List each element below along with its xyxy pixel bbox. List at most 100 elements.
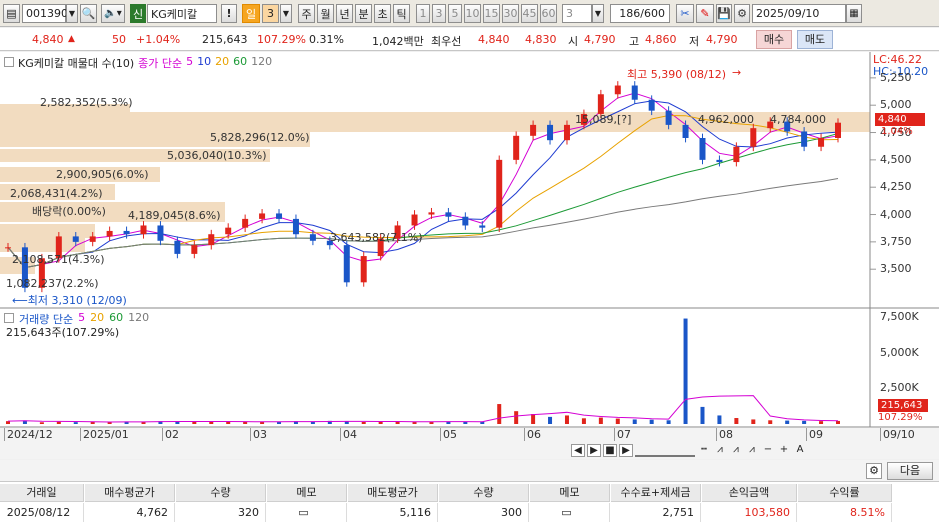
dividend-label: 배당락(0.00%) <box>32 205 106 218</box>
scroll-right-icon[interactable]: ▶ <box>587 444 601 457</box>
volume-bar <box>768 420 773 424</box>
chart-line2-icon[interactable]: ⩘ <box>729 444 743 457</box>
history-column-header[interactable]: 메모 <box>530 484 610 502</box>
volume-profile-label: 2,108,571(4.3%) <box>12 253 105 266</box>
market-badge: 신 <box>130 4 146 23</box>
history-column-header[interactable]: 수수료+제세금 <box>611 484 701 502</box>
monthly-button[interactable]: 월 <box>317 4 334 23</box>
volume-bar <box>683 318 688 424</box>
history-column-header[interactable]: 매도평균가 <box>348 484 438 502</box>
period-num-field[interactable]: 3 <box>262 4 279 23</box>
buy-button[interactable]: 매수 <box>756 30 792 49</box>
history-column-header[interactable]: 수량 <box>176 484 266 502</box>
low-label: 저 <box>689 35 700 48</box>
min-3-button[interactable]: 3 <box>432 4 446 23</box>
pen-icon[interactable]: ✎ <box>696 4 714 23</box>
zoom-slider[interactable] <box>635 444 695 457</box>
volume-bar <box>598 417 603 424</box>
stock-name-field[interactable]: KG케미칼 <box>147 4 217 23</box>
yearly-button[interactable]: 년 <box>336 4 353 23</box>
history-column-header[interactable]: 손익금액 <box>702 484 797 502</box>
period-dropdown-icon[interactable]: ▼ <box>280 4 292 23</box>
chart-line3-icon[interactable]: ⩘ <box>745 444 759 457</box>
min-10-button[interactable]: 10 <box>464 4 481 23</box>
y-tick-label: 5,000 <box>880 98 912 112</box>
memo-icon[interactable]: ▭ <box>561 506 571 519</box>
min-price-label: ⟵최저 3,310 (12/09) <box>12 292 127 308</box>
play-icon[interactable]: ▶ <box>619 444 633 457</box>
volume-bar <box>531 414 536 424</box>
volume-bar <box>39 422 44 424</box>
volume-legend-checkbox[interactable] <box>4 313 14 323</box>
second-button[interactable]: 초 <box>374 4 391 23</box>
current-price-tag: 4,840 <box>875 113 925 126</box>
chart-title: KG케미칼 매물대 수(10) <box>18 57 135 70</box>
candle-body <box>292 218 299 235</box>
settings-gear-icon[interactable]: ⚙ <box>866 463 882 479</box>
y-tick-label: 5,250 <box>880 70 912 84</box>
tool-icon[interactable]: ✂ <box>676 4 694 23</box>
scroll-left-icon[interactable]: ◀ <box>571 444 585 457</box>
history-cell: 4,762 <box>85 503 175 522</box>
price-legend: KG케미칼 매물대 수(10) 종가 단순 5 10 20 60 120 <box>4 55 272 71</box>
range-field[interactable]: 186/600 <box>610 4 670 23</box>
alert-button[interactable]: ! <box>221 4 237 23</box>
min-arrow-icon: ⟵ <box>12 294 28 307</box>
min-60-button[interactable]: 60 <box>540 4 557 23</box>
next-button[interactable]: 다음 <box>887 462 933 480</box>
stock-code-input[interactable]: 001390 <box>22 4 68 23</box>
x-tick-label: 2025/01 <box>80 428 129 441</box>
candle-body <box>208 234 215 246</box>
volume-bar <box>581 418 586 424</box>
min-30-button[interactable]: 30 <box>502 4 519 23</box>
history-column-header[interactable]: 수량 <box>439 484 529 502</box>
min-5-button[interactable]: 5 <box>448 4 462 23</box>
calendar-icon[interactable]: ▦ <box>846 4 862 23</box>
minute-input[interactable]: 3 <box>562 4 592 23</box>
date-field[interactable]: 2025/09/10 <box>752 4 846 23</box>
open-price: 4,790 <box>584 33 616 46</box>
stop-icon[interactable]: ■ <box>603 444 617 457</box>
history-column-header[interactable]: 수익률 <box>798 484 892 502</box>
gear-icon[interactable]: ⚙ <box>734 4 750 23</box>
candle-body <box>801 131 808 147</box>
weekly-button[interactable]: 주 <box>298 4 315 23</box>
search-icon[interactable]: 🔍 <box>80 4 97 23</box>
chart-line-icon[interactable]: ⩘ <box>713 444 727 457</box>
volume-bar <box>717 415 722 424</box>
tick-button[interactable]: 틱 <box>393 4 410 23</box>
volume-bar <box>819 421 824 424</box>
history-column-header[interactable]: 거래일 <box>0 484 84 502</box>
history-column-header[interactable]: 메모 <box>267 484 347 502</box>
candle-body <box>614 85 621 95</box>
dash-line-icon[interactable]: ┅ <box>697 444 711 457</box>
sell-button[interactable]: 매도 <box>797 30 833 49</box>
zoom-out-icon[interactable]: − <box>761 444 775 457</box>
ma5-label: 5 <box>186 55 194 68</box>
volume-profile-label: 5,828,296(12.0%) <box>210 131 310 144</box>
menu-icon[interactable]: ▤ <box>3 4 20 23</box>
x-tick-label: 09 <box>806 428 823 441</box>
history-column-header[interactable]: 매수평균가 <box>85 484 175 502</box>
volume-bar <box>226 421 231 424</box>
moving-average-line <box>7 178 839 269</box>
min-45-button[interactable]: 45 <box>521 4 538 23</box>
min-1-button[interactable]: 1 <box>416 4 430 23</box>
speaker-icon[interactable]: 🔈▾ <box>101 4 125 23</box>
y-tick-label: 4,250 <box>880 180 912 194</box>
min-15-button[interactable]: 15 <box>483 4 500 23</box>
daily-button[interactable]: 일 <box>242 4 260 23</box>
volume-bar <box>802 420 807 424</box>
candle-body <box>428 212 435 215</box>
x-tick-label: 04 <box>340 428 357 441</box>
legend-checkbox[interactable] <box>4 57 14 67</box>
code-dropdown-icon[interactable]: ▼ <box>66 4 78 23</box>
save-icon[interactable]: 💾 <box>716 4 732 23</box>
zoom-in-icon[interactable]: + <box>777 444 791 457</box>
candle-body <box>496 159 503 228</box>
text-tool-icon[interactable]: A <box>793 444 807 457</box>
memo-icon[interactable]: ▭ <box>298 506 308 519</box>
toolbar: ▤ 001390 ▼ 🔍 🔈▾ 신 KG케미칼 ! 일 3 ▼ 주 월 년 분 … <box>0 0 939 27</box>
minute-dropdown-icon[interactable]: ▼ <box>592 4 604 23</box>
minute-button[interactable]: 분 <box>355 4 372 23</box>
